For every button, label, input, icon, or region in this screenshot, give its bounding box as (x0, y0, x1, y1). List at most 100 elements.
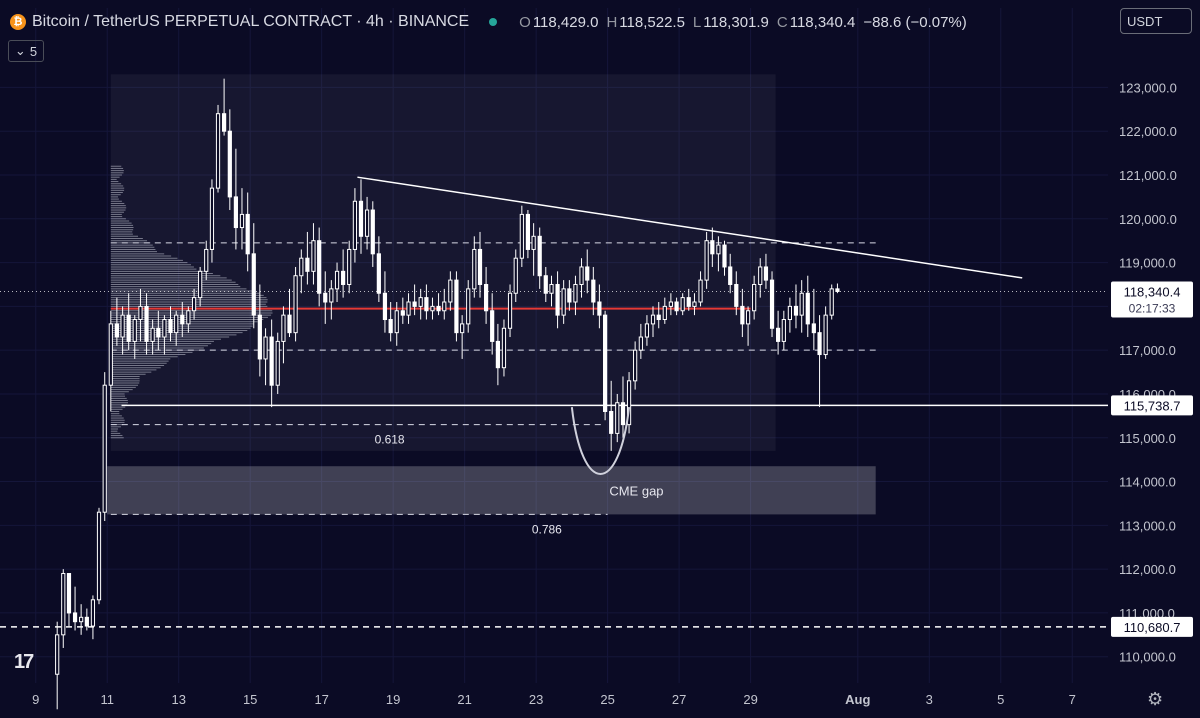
candle-body (180, 314, 185, 325)
candle-body (382, 292, 388, 321)
candle-body (204, 248, 209, 272)
time-tick-label: 7 (1069, 692, 1076, 707)
time-tick-label: 29 (743, 692, 757, 707)
candle-body (698, 279, 703, 303)
candle-body (633, 349, 638, 382)
candle-body (96, 511, 102, 601)
candle-body (329, 288, 334, 303)
candle-body (281, 314, 286, 342)
candle-body (662, 305, 667, 321)
candle-body (490, 310, 495, 342)
price-tick-label: 119,000.0 (1119, 256, 1176, 271)
chart-canvas[interactable]: CME gap 0.618 0.786 123,000.0 122,000.0 121… (0, 0, 1200, 718)
candle-body (79, 616, 84, 623)
candle-body (198, 270, 203, 299)
candle-body (561, 288, 566, 316)
time-tick-label: 3 (926, 692, 933, 707)
candle-body (507, 292, 513, 329)
candle-body (740, 305, 745, 325)
candle-body (501, 327, 507, 369)
time-tick-label: Aug (845, 692, 870, 707)
candle-body (555, 283, 560, 316)
candle (626, 372, 632, 434)
candle-body (156, 327, 161, 338)
candle-body (585, 266, 590, 281)
price-tick-label: 110,000.0 (1119, 650, 1176, 665)
candle-body (734, 283, 739, 307)
candle-body (84, 616, 89, 627)
candle-body (430, 305, 435, 312)
candle (603, 310, 608, 421)
candle-body (347, 248, 352, 285)
candle-body (543, 275, 548, 294)
candle-body (638, 336, 643, 351)
price-tick-label: 122,000.0 (1119, 124, 1177, 139)
candle-body (448, 279, 453, 303)
candle-body (400, 310, 405, 316)
price-tick-label: 113,000.0 (1119, 518, 1176, 533)
candle-body (805, 292, 810, 325)
candle-body (275, 340, 280, 386)
candle-body (174, 314, 179, 334)
bitcoin-icon: ₿ (10, 14, 26, 30)
candle-body (573, 283, 578, 303)
candle-body (388, 319, 393, 334)
candle (61, 569, 66, 648)
price-label-value: 118,340.4 (1124, 284, 1181, 299)
candle (84, 608, 89, 631)
candle-body (132, 319, 137, 342)
candle-body (311, 240, 316, 272)
candle-body (704, 240, 709, 281)
candle-body (293, 275, 298, 334)
candle-body (525, 213, 531, 250)
candle-body (477, 248, 483, 285)
candle-body (305, 257, 310, 272)
candle (275, 332, 280, 394)
candle-body (603, 314, 608, 412)
price-tick-label: 114,000.0 (1119, 475, 1176, 490)
candle-body (442, 301, 447, 312)
time-tick-label: 5 (997, 692, 1004, 707)
candle-body (162, 319, 167, 338)
candle-body (317, 240, 322, 294)
candle-body (222, 113, 227, 132)
candle-body (752, 283, 757, 312)
candle-body (835, 288, 840, 292)
candle (769, 271, 775, 338)
candle-body (686, 297, 691, 307)
candle-body (186, 310, 191, 325)
candle (293, 266, 298, 342)
candle-body (114, 323, 119, 338)
candle (55, 621, 60, 710)
candle (72, 586, 78, 631)
time-tick-label: 13 (171, 692, 185, 707)
range-box (110, 74, 776, 451)
time-tick-label: 17 (314, 692, 328, 707)
symbol-header[interactable]: ₿ Bitcoin / TetherUS PERPETUAL CONTRACT … (10, 10, 967, 34)
candle-body (776, 327, 781, 342)
candle-body (549, 283, 554, 294)
candle-body (817, 332, 822, 356)
candle-body (745, 310, 751, 325)
candle-body (334, 270, 340, 290)
candle-body (90, 599, 96, 627)
settings-gear-icon[interactable]: ⚙ (1147, 689, 1163, 710)
candle-body (620, 402, 626, 426)
candle-body (650, 314, 656, 325)
candle-body (245, 213, 250, 255)
candle-body (215, 113, 221, 189)
candle-body (66, 573, 72, 614)
candle (776, 310, 781, 355)
candle-body (722, 244, 727, 268)
candle-body (120, 314, 125, 338)
candle-body (233, 196, 238, 229)
time-tick-label: 9 (32, 692, 39, 707)
candle-body (609, 410, 614, 434)
time-tick-label: 11 (100, 692, 114, 707)
indicators-toggle-button[interactable]: ⌄ 5 (8, 40, 44, 62)
symbol-title[interactable]: Bitcoin / TetherUS PERPETUAL CONTRACT · … (32, 13, 469, 31)
candle-body (829, 288, 834, 316)
currency-selector[interactable]: USDT (1120, 8, 1192, 34)
ohlc-values: O 118,429.0 H 118,522.5 L 118,301.9 C 118,34… (519, 13, 967, 31)
candle (215, 104, 221, 193)
